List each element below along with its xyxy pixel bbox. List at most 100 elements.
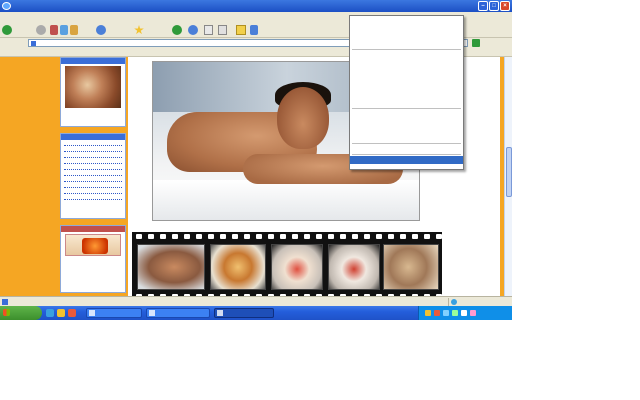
context-menu-item[interactable] [350,40,463,48]
close-button[interactable]: × [500,1,510,11]
birthday-footer-link[interactable] [61,275,125,281]
print-icon[interactable] [218,25,227,35]
back-arrow-icon[interactable] [2,25,12,35]
tray-icon[interactable] [452,310,458,316]
recipe-box [60,57,126,127]
quick-launch [46,309,80,317]
messenger-icon[interactable] [250,25,258,35]
scrollbar-thumb[interactable] [506,147,512,197]
filmstrip-thumbnail[interactable] [328,244,380,290]
tray-icon[interactable] [470,310,476,316]
folder-quicklaunch-icon[interactable] [57,309,65,317]
context-menu-item[interactable] [350,32,463,40]
links-box-footer[interactable] [61,204,125,210]
history-icon[interactable] [188,25,198,35]
recipe-box-footer[interactable] [61,110,125,116]
context-menu-item [350,134,463,142]
taskbar-button[interactable] [86,308,142,318]
context-menu-item[interactable] [350,83,463,91]
sidebar-link[interactable] [64,189,122,194]
sidebar-link[interactable] [64,153,122,158]
stop-icon[interactable] [50,25,58,35]
recipe-box-title [61,58,125,64]
forward-arrow-icon[interactable] [36,25,46,35]
links-box [60,133,126,219]
task-window-icon [217,310,223,316]
film-perforation [352,234,358,239]
folder-icon[interactable] [236,25,246,35]
food-thumbnail-image[interactable] [65,66,121,108]
context-menu-item[interactable] [350,67,463,75]
birthday-image[interactable] [65,234,121,256]
context-menu-item[interactable] [350,16,463,24]
filmstrip-thumbnail[interactable] [383,244,439,290]
maximize-button[interactable]: □ [489,1,499,11]
context-menu-separator [352,49,461,50]
window-titlebar[interactable]: – □ × [0,0,512,12]
context-menu-item[interactable] [350,75,463,83]
film-perforation [292,234,298,239]
context-menu-item [350,110,463,118]
context-menu [349,15,464,170]
search-icon[interactable] [96,25,106,35]
context-menu-item[interactable] [350,126,463,134]
birthday-cake-graphic [82,238,108,254]
sidebar-link[interactable] [64,195,122,200]
film-perforation [304,234,310,239]
sidebar-link[interactable] [64,171,122,176]
sidebar-link[interactable] [64,183,122,188]
film-perforation [388,234,394,239]
context-menu-item[interactable] [350,156,463,164]
task-window-icon [89,310,95,316]
context-menu-separator [352,108,461,109]
film-perforation [172,234,178,239]
context-menu-item[interactable] [350,145,463,153]
media-icon[interactable] [172,25,182,35]
sidebar-link[interactable] [64,141,122,146]
taskbar-button[interactable] [214,308,274,318]
film-perforation [184,234,190,239]
links-box-title [61,134,125,140]
sidebar-link[interactable] [64,165,122,170]
film-perforation [400,234,406,239]
task-window-icon [149,310,155,316]
context-menu-item[interactable] [350,99,463,107]
film-perforation [412,234,418,239]
film-perforation [208,234,214,239]
film-perforation [280,234,286,239]
system-tray [418,306,512,320]
tray-icon[interactable] [443,310,449,316]
internet-globe-icon [451,299,457,305]
vertical-scrollbar[interactable] [504,57,512,296]
taskbar-button[interactable] [146,308,210,318]
film-perforation [232,234,238,239]
tray-icon[interactable] [461,310,467,316]
sidebar-link[interactable] [64,147,122,152]
sidebar-link[interactable] [64,177,122,182]
mail-icon[interactable] [204,25,213,35]
context-menu-item[interactable] [350,59,463,67]
start-button[interactable] [0,306,42,320]
context-menu-item[interactable] [350,91,463,99]
minimize-button[interactable]: – [478,1,488,11]
home-icon[interactable] [70,25,78,35]
film-perforation [340,234,346,239]
film-perforation [376,234,382,239]
ie-quicklaunch-icon[interactable] [46,309,54,317]
film-perforation [364,234,370,239]
context-menu-separator [352,143,461,144]
filmstrip-thumbnail[interactable] [271,244,323,290]
tray-icon[interactable] [425,310,431,316]
filmstrip-thumbnail[interactable] [210,244,266,290]
refresh-icon[interactable] [60,25,68,35]
media-quicklaunch-icon[interactable] [68,309,76,317]
context-menu-separator [352,154,461,155]
windows-flag-icon [3,309,10,316]
context-menu-item[interactable] [350,24,463,32]
tray-icon[interactable] [434,310,440,316]
sidebar-link[interactable] [64,159,122,164]
filmstrip-thumbnail[interactable] [137,244,205,290]
favorites-star-icon[interactable] [134,25,144,35]
go-arrow-icon[interactable] [472,39,480,47]
context-menu-item[interactable] [350,118,463,126]
